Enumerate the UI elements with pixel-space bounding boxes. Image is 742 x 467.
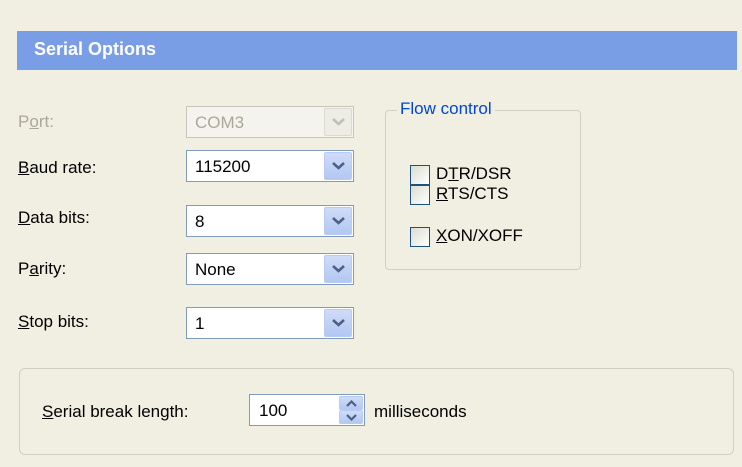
dtr-dsr-checkbox[interactable] bbox=[410, 165, 430, 185]
stop-bits-label: Stop bits: bbox=[18, 312, 89, 331]
port-dropdown-button[interactable] bbox=[324, 108, 352, 136]
spin-down-button[interactable] bbox=[339, 410, 363, 424]
stop-bits-dropdown-button[interactable] bbox=[324, 309, 352, 337]
data-bits-label: Data bits: bbox=[18, 208, 90, 227]
chevron-down-icon bbox=[332, 319, 345, 327]
milliseconds-label: milliseconds bbox=[374, 402, 467, 421]
serial-break-label: Serial break length: bbox=[42, 402, 189, 421]
parity-dropdown[interactable]: None bbox=[186, 253, 354, 285]
xon-xoff-checkbox[interactable] bbox=[410, 227, 430, 247]
data-bits-dropdown-button[interactable] bbox=[324, 207, 352, 235]
port-label: Port: bbox=[18, 112, 54, 131]
flow-control-title: Flow control bbox=[397, 99, 495, 119]
port-value: COM3 bbox=[195, 113, 245, 132]
serial-break-value: 100 bbox=[259, 401, 288, 420]
baud-rate-dropdown-button[interactable] bbox=[324, 152, 352, 180]
chevron-down-icon bbox=[332, 217, 345, 225]
rts-cts-label[interactable]: RTS/CTS bbox=[436, 184, 508, 204]
chevron-down-icon bbox=[332, 162, 345, 170]
stop-bits-value: 1 bbox=[195, 314, 205, 333]
spin-up-button[interactable] bbox=[339, 396, 363, 410]
section-title: Serial Options bbox=[34, 39, 157, 59]
baud-rate-value: 115200 bbox=[195, 157, 251, 176]
section-header: Serial Options bbox=[17, 31, 737, 70]
data-bits-value: 8 bbox=[195, 212, 205, 231]
port-dropdown[interactable]: COM3 bbox=[186, 106, 354, 138]
parity-dropdown-button[interactable] bbox=[324, 255, 352, 283]
baud-rate-dropdown[interactable]: 115200 bbox=[186, 150, 354, 182]
xon-xoff-label[interactable]: XON/XOFF bbox=[436, 226, 523, 246]
baud-rate-label: Baud rate: bbox=[18, 158, 97, 177]
data-bits-dropdown[interactable]: 8 bbox=[186, 205, 354, 237]
parity-label: Parity: bbox=[18, 259, 67, 278]
chevron-down-icon bbox=[332, 118, 345, 126]
chevron-down-icon bbox=[332, 265, 345, 273]
parity-value: None bbox=[195, 260, 236, 279]
arrow-down-icon bbox=[346, 414, 357, 421]
dtr-dsr-label[interactable]: DTR/DSR bbox=[436, 164, 512, 184]
serial-break-spinner[interactable]: 100 bbox=[249, 394, 365, 426]
stop-bits-dropdown[interactable]: 1 bbox=[186, 307, 354, 339]
rts-cts-checkbox[interactable] bbox=[410, 185, 430, 205]
arrow-up-icon bbox=[346, 400, 357, 407]
